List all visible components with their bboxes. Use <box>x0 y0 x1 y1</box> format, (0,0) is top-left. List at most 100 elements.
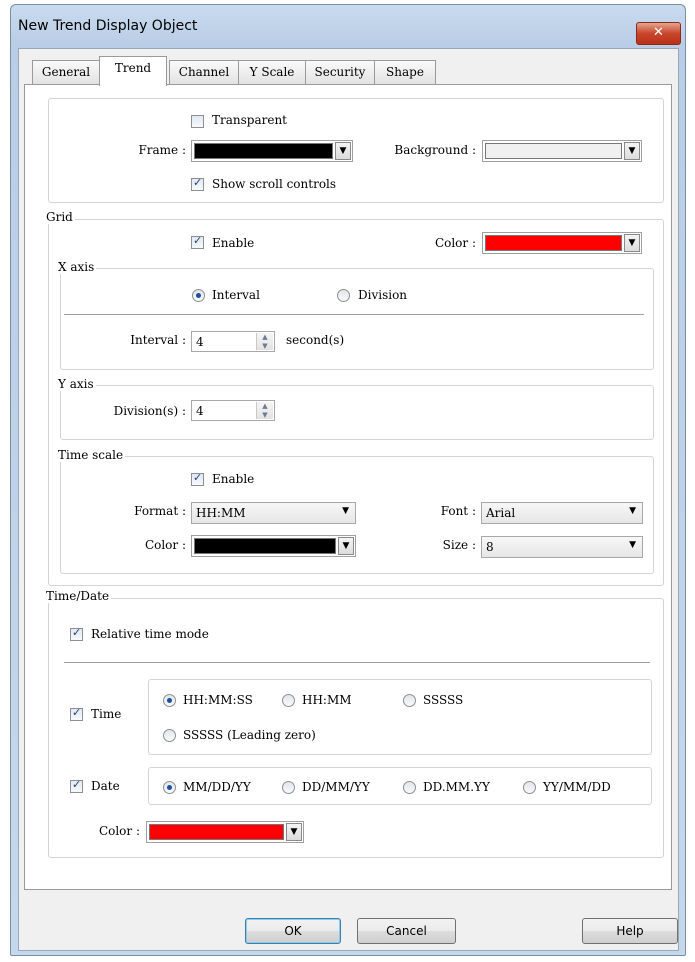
time-format-option: SSSSS (Leading zero) <box>183 728 316 742</box>
time-scale-enable-label: Enable <box>212 472 255 486</box>
background-label: Background : <box>394 143 476 157</box>
division-radio-label: Division <box>358 288 408 302</box>
tab-security[interactable]: Security <box>305 60 375 84</box>
chevron-up-icon[interactable]: ▲ <box>257 333 273 342</box>
separator <box>64 314 644 315</box>
transparent-label: Transparent <box>212 113 288 127</box>
time-format-box <box>148 679 652 755</box>
time-format-radio-sssss[interactable] <box>403 694 416 707</box>
date-format-option: DD/MM/YY <box>302 780 370 794</box>
font-label: Font : <box>440 504 476 518</box>
help-button[interactable]: Help <box>582 918 678 944</box>
chevron-down-icon: ▼ <box>342 506 349 516</box>
ok-button[interactable]: OK <box>245 918 341 944</box>
close-button[interactable]: ✕ <box>636 22 681 45</box>
time-scale-title: Time scale <box>56 448 126 462</box>
tab-y-scale[interactable]: Y Scale <box>238 60 306 84</box>
chevron-down-icon[interactable]: ▼ <box>624 142 640 160</box>
time-format-radio-hhmmss[interactable] <box>163 694 176 707</box>
grid-enable-checkbox[interactable] <box>191 234 204 249</box>
time-date-color-label: Color : <box>98 824 140 838</box>
chevron-down-icon: ▼ <box>629 540 636 550</box>
size-label: Size : <box>442 538 476 552</box>
x-axis-group <box>60 268 654 370</box>
grid-color-swatch <box>485 235 622 251</box>
format-select[interactable]: HH:MM ▼ <box>191 502 356 524</box>
y-division-label: Division(s) : <box>113 404 186 418</box>
chevron-down-icon[interactable]: ▼ <box>624 234 640 252</box>
spin-buttons[interactable]: ▲ ▼ <box>256 402 273 419</box>
date-format-radio-mmddyy[interactable] <box>163 781 176 794</box>
size-select[interactable]: 8 ▼ <box>481 536 643 558</box>
date-format-option: DD.MM.YY <box>423 780 490 794</box>
time-checkbox[interactable] <box>70 706 83 721</box>
time-format-radio-hhmm[interactable] <box>282 694 295 707</box>
time-date-color-picker[interactable]: ▼ <box>146 821 304 843</box>
date-format-radio-dd-mm-yy[interactable] <box>403 781 416 794</box>
chevron-down-icon: ▼ <box>629 506 636 516</box>
division-radio[interactable] <box>337 289 350 302</box>
date-format-radio-yymmdd[interactable] <box>523 781 536 794</box>
time-format-option: HH:MM <box>302 693 352 707</box>
date-format-option: MM/DD/YY <box>183 780 251 794</box>
time-format-option: HH:MM:SS <box>183 693 253 707</box>
time-scale-color-label: Color : <box>144 538 186 552</box>
time-scale-enable-checkbox[interactable] <box>191 471 204 486</box>
format-label: Format : <box>134 504 186 518</box>
format-value: HH:MM <box>196 506 246 520</box>
tab-trend[interactable]: Trend <box>99 56 167 86</box>
interval-unit-label: second(s) <box>286 333 345 347</box>
tab-channel[interactable]: Channel <box>169 60 239 84</box>
font-value: Arial <box>486 506 516 520</box>
y-division-value: 4 <box>196 404 204 418</box>
y-axis-title: Y axis <box>56 377 96 391</box>
close-icon: ✕ <box>653 25 664 40</box>
interval-stepper[interactable]: 4 ▲ ▼ <box>191 331 275 352</box>
separator <box>64 662 650 663</box>
grid-enable-label: Enable <box>212 236 255 250</box>
font-select[interactable]: Arial ▼ <box>481 502 643 524</box>
frame-color-swatch <box>194 143 333 159</box>
date-format-option: YY/MM/DD <box>543 780 611 794</box>
relative-time-label: Relative time mode <box>91 627 209 641</box>
tab-general[interactable]: General <box>32 60 100 84</box>
x-axis-title: X axis <box>56 260 97 274</box>
interval-radio[interactable] <box>192 289 205 302</box>
time-date-color-swatch <box>149 824 284 840</box>
chevron-up-icon[interactable]: ▲ <box>257 402 273 411</box>
chevron-down-icon[interactable]: ▼ <box>335 142 351 160</box>
show-scroll-controls-label: Show scroll controls <box>212 177 337 191</box>
interval-label: Interval : <box>130 333 186 347</box>
chevron-down-icon[interactable]: ▼ <box>257 342 273 351</box>
grid-color-label: Color : <box>434 236 476 250</box>
time-scale-color-picker[interactable]: ▼ <box>191 535 356 557</box>
cancel-button[interactable]: Cancel <box>357 918 456 944</box>
background-color-swatch <box>485 143 622 159</box>
transparent-checkbox[interactable] <box>191 115 204 128</box>
relative-time-checkbox[interactable] <box>70 626 83 641</box>
dialog-title: New Trend Display Object <box>18 18 198 34</box>
time-format-option: SSSSS <box>423 693 464 707</box>
background-color-picker[interactable]: ▼ <box>482 140 642 162</box>
spin-buttons[interactable]: ▲ ▼ <box>256 333 273 350</box>
date-checkbox[interactable] <box>70 778 83 793</box>
y-division-stepper[interactable]: 4 ▲ ▼ <box>191 400 275 421</box>
time-date-title: Time/Date <box>44 589 112 603</box>
frame-label: Frame : <box>138 143 186 157</box>
interval-value: 4 <box>196 335 204 349</box>
grid-color-picker[interactable]: ▼ <box>482 232 642 254</box>
show-scroll-controls-checkbox[interactable] <box>191 176 204 191</box>
size-value: 8 <box>486 540 494 554</box>
date-format-radio-ddmmyy[interactable] <box>282 781 295 794</box>
time-format-radio-sssss-leading-zero[interactable] <box>163 729 176 742</box>
interval-radio-label: Interval <box>212 288 260 302</box>
chevron-down-icon[interactable]: ▼ <box>338 537 354 555</box>
time-scale-color-swatch <box>194 538 336 554</box>
frame-color-picker[interactable]: ▼ <box>191 140 353 162</box>
tab-shape[interactable]: Shape <box>374 60 436 84</box>
date-checkbox-label: Date <box>91 779 120 793</box>
grid-group-title: Grid <box>44 210 75 224</box>
time-checkbox-label: Time <box>91 707 122 721</box>
chevron-down-icon[interactable]: ▼ <box>286 823 302 841</box>
chevron-down-icon[interactable]: ▼ <box>257 411 273 420</box>
